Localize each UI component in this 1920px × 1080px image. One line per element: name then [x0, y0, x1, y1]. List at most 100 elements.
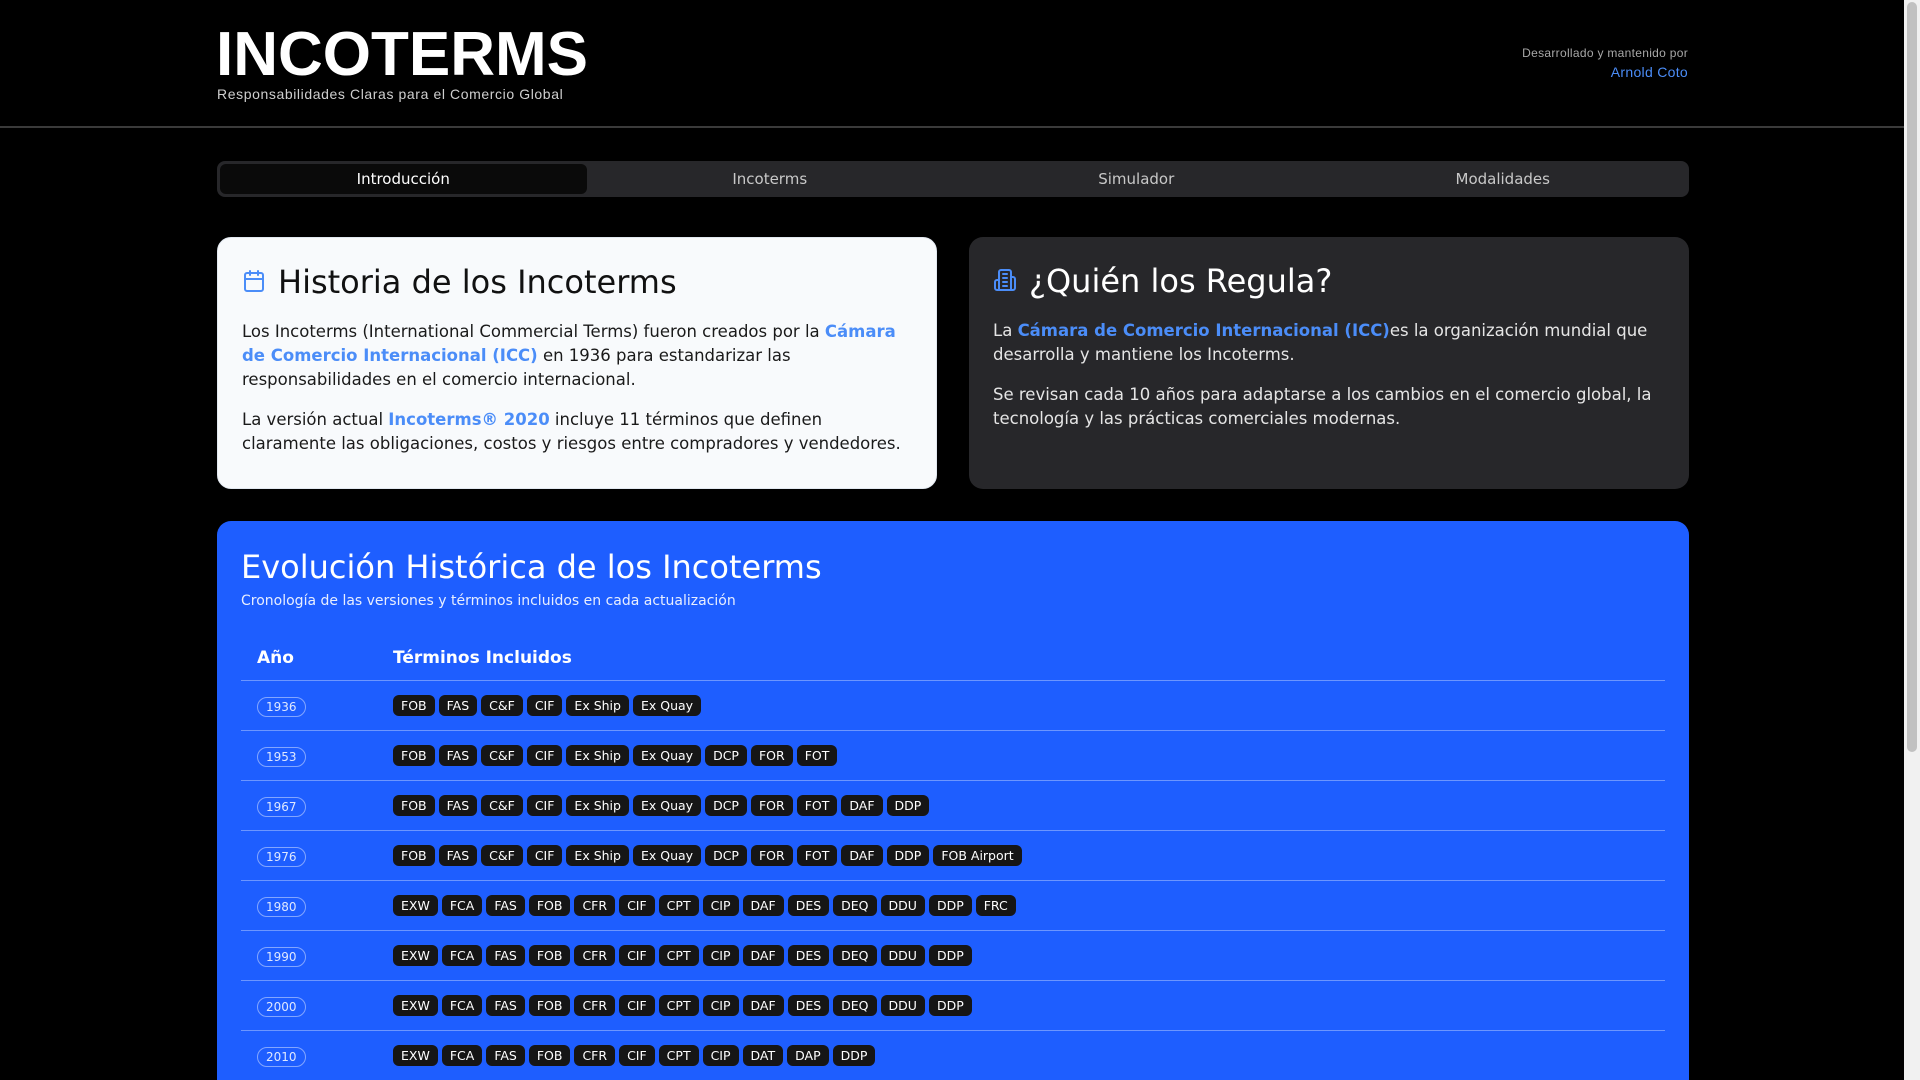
term-badge: CIF [619, 945, 655, 966]
year-cell: 2000 [241, 995, 393, 1017]
table-row: 2000 EXW FCA FAS FOB CFR CIF CPT CIP DAF DES DEQ DDU… [241, 981, 1665, 1031]
timeline-table: Año Términos Incluidos 1936 FOB FAS C&F CIF E… [241, 635, 1665, 1080]
term-badge: CIF [619, 895, 655, 916]
term-badge: FOB Airport [933, 845, 1022, 866]
term-badge: FOB [393, 845, 435, 866]
regulator-card-title: ¿Quién los Regula? [1029, 262, 1333, 300]
history-card-header: Historia de los Incoterms [242, 262, 912, 302]
terms-cell: EXW FCA FAS FOB CFR CIF CPT CIP DAT DAP DDP [393, 1045, 1665, 1066]
term-badge: FOT [796, 745, 838, 766]
timeline-subtitle: Cronología de las versiones y términos i… [241, 593, 736, 609]
term-badge: FAS [438, 745, 478, 766]
term-badge: DEQ [833, 995, 877, 1016]
history-card-title: Historia de los Incoterms [278, 263, 677, 301]
term-badge: DAP [787, 1045, 829, 1066]
term-badge: CPT [658, 995, 699, 1016]
term-badge: FOB [393, 745, 435, 766]
term-badge: EXW [393, 945, 438, 966]
term-badge: DCP [705, 845, 747, 866]
term-badge: FOR [750, 795, 793, 816]
term-badge: CPT [658, 945, 699, 966]
credit-author-link[interactable]: Arnold Coto [1522, 64, 1688, 80]
term-badge: DAF [742, 995, 784, 1016]
term-badge: DES [787, 945, 830, 966]
term-badge: DDP [832, 1045, 876, 1066]
term-badge: DES [787, 995, 830, 1016]
term-badge: FOR [750, 745, 793, 766]
term-badge: FCA [441, 1045, 483, 1066]
term-badge: FAS [438, 695, 478, 716]
table-row: 1953 FOB FAS C&F CIF Ex Ship Ex Quay DCP FOR FOT [241, 731, 1665, 781]
site-subtitle: Responsabilidades Claras para el Comerci… [217, 86, 564, 102]
term-badge: FAS [486, 1045, 525, 1066]
term-badge: CIF [619, 995, 655, 1016]
term-badge: CIP [702, 995, 739, 1016]
term-badge: FAS [438, 795, 478, 816]
terms-cell: FOB FAS C&F CIF Ex Ship Ex Quay [393, 695, 1665, 716]
regulator-paragraph-1: La Cámara de Comercio Internacional (ICC… [993, 321, 1648, 364]
term-badge: C&F [481, 795, 523, 816]
term-badge: FCA [441, 945, 483, 966]
tab-modalidades[interactable]: Modalidades [1320, 164, 1687, 194]
site-title: INCOTERMS [216, 20, 588, 89]
term-badge: DDU [880, 945, 925, 966]
table-row: 1980 EXW FCA FAS FOB CFR CIF CPT CIP DAF DES DEQ DDU… [241, 881, 1665, 931]
tab-simulador[interactable]: Simulador [953, 164, 1320, 194]
term-badge: DDP [886, 795, 930, 816]
terms-cell: FOB FAS C&F CIF Ex Ship Ex Quay DCP FOR FOT DAF DD… [393, 845, 1665, 866]
year-badge: 1953 [257, 746, 306, 767]
page-scrollbar[interactable] [1904, 0, 1920, 1080]
timeline-table-header: Año Términos Incluidos [241, 635, 1665, 681]
timeline-rows: 1936 FOB FAS C&F CIF Ex Ship Ex Quay 1953 FOB FAS… [241, 681, 1665, 1080]
term-badge: C&F [481, 695, 523, 716]
term-badge: CIP [702, 945, 739, 966]
term-badge: CFR [574, 895, 616, 916]
table-row: 1990 EXW FCA FAS FOB CFR CIF CPT CIP DAF DES DEQ DDU… [241, 931, 1665, 981]
year-cell: 1936 [241, 695, 393, 717]
term-badge: FRC [975, 895, 1016, 916]
year-badge: 1990 [257, 946, 306, 967]
year-cell: 2010 [241, 1045, 393, 1067]
term-badge: FOT [796, 795, 838, 816]
credit-block: Desarrollado y mantenido por Arnold Coto [1522, 46, 1688, 80]
tab-incoterms[interactable]: Incoterms [587, 164, 954, 194]
year-badge: 2000 [257, 996, 306, 1017]
term-badge: DAF [742, 945, 784, 966]
building-icon [993, 261, 1017, 301]
timeline-title: Evolución Histórica de los Incoterms [241, 548, 822, 586]
term-badge: DEQ [833, 895, 877, 916]
term-badge: Ex Ship [566, 745, 629, 766]
term-badge: FOB [528, 895, 571, 916]
history-paragraph-1: Los Incoterms (International Commercial … [242, 322, 896, 389]
column-header-year: Año [257, 647, 294, 668]
term-badge: DCP [705, 745, 747, 766]
term-badge: FOT [796, 845, 838, 866]
term-badge: FOB [528, 1045, 571, 1066]
terms-cell: EXW FCA FAS FOB CFR CIF CPT CIP DAF DES DEQ DDU DDP [393, 995, 1665, 1016]
term-badge: DDP [886, 845, 930, 866]
term-badge: CIF [526, 795, 563, 816]
term-badge: DDP [928, 995, 972, 1016]
term-badge: CIF [619, 1045, 655, 1066]
terms-cell: EXW FCA FAS FOB CFR CIF CPT CIP DAF DES DEQ DDU DDP [393, 945, 1665, 966]
term-badge: FAS [486, 995, 525, 1016]
year-cell: 1953 [241, 745, 393, 767]
term-badge: CIF [526, 695, 563, 716]
term-badge: Ex Ship [566, 795, 629, 816]
history-paragraph-2: La versión actual Incoterms® 2020 incluy… [242, 410, 901, 453]
term-badge: DCP [705, 795, 747, 816]
page: INCOTERMS Responsabilidades Claras para … [0, 0, 1904, 1080]
term-badge: Ex Ship [566, 845, 629, 866]
term-badge: DDP [928, 945, 972, 966]
term-badge: CFR [574, 995, 616, 1016]
term-badge: DDP [928, 895, 972, 916]
term-badge: DDU [880, 995, 925, 1016]
scrollbar-thumb[interactable] [1907, 2, 1917, 752]
term-badge: FOB [393, 695, 435, 716]
tab-introduccion[interactable]: Introducción [220, 164, 587, 194]
term-badge: FAS [486, 895, 525, 916]
year-cell: 1990 [241, 945, 393, 967]
year-badge: 1976 [257, 846, 306, 867]
term-badge: FOB [528, 945, 571, 966]
main-tabs: Introducción Incoterms Simulador Modalid… [217, 161, 1689, 197]
